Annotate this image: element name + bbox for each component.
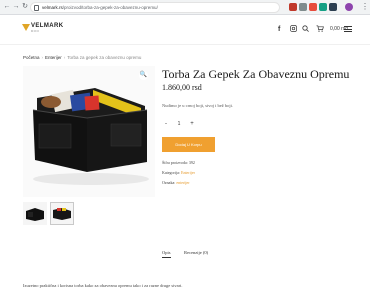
extension-icon[interactable] xyxy=(289,3,297,11)
product-thumbnail-active[interactable] xyxy=(50,202,74,225)
product-price: 1.860,00 rsd xyxy=(162,83,202,92)
add-to-cart-button[interactable]: Dodaj U Korpu xyxy=(162,137,215,152)
product-image[interactable] xyxy=(23,66,155,197)
logo-mark-icon xyxy=(22,24,30,31)
search-icon[interactable] xyxy=(302,25,309,35)
instagram-icon[interactable] xyxy=(290,25,297,35)
reload-icon[interactable]: ↻ xyxy=(21,3,29,11)
zoom-icon[interactable]: 🔍 xyxy=(139,71,148,80)
breadcrumb: Početna › Enterijer › Torba za gepek za obav… xyxy=(23,55,142,60)
quantity-stepper: - 1 + xyxy=(162,119,196,129)
breadcrumb-current: Torba za gepek za obaveznu opremu xyxy=(67,55,142,60)
quantity-input[interactable]: 1 xyxy=(174,119,184,129)
tab-description-text: Izuzetno praktična i korisna torba kako … xyxy=(23,283,183,288)
product-tag: Oznaka: enterijer xyxy=(162,180,190,185)
product-thumbnail[interactable] xyxy=(23,202,47,225)
extension-icon[interactable] xyxy=(309,3,317,11)
back-icon[interactable]: ← xyxy=(3,3,11,11)
sku-value: 392 xyxy=(188,160,195,165)
product-description: Nudimo je u crnoj boji, sivoj i bež boji… xyxy=(162,103,233,108)
breadcrumb-home[interactable]: Početna xyxy=(23,55,40,60)
tab-description[interactable]: Opis xyxy=(162,250,171,258)
quantity-decrease-button[interactable]: - xyxy=(162,119,170,129)
tag-link[interactable]: enterijer xyxy=(176,180,189,185)
tag-label: Oznaka: xyxy=(162,180,176,185)
category-link[interactable]: Enterijer xyxy=(181,170,195,175)
url-text: velmark.rs/proizvod/torba-za-gepek-za-ob… xyxy=(42,5,158,10)
lock-icon xyxy=(34,5,39,11)
menu-icon[interactable] xyxy=(344,26,352,32)
quantity-increase-button[interactable]: + xyxy=(188,119,196,129)
category-label: Kategorija: xyxy=(162,170,180,175)
facebook-icon[interactable]: f xyxy=(278,25,280,34)
product-title: Torba Za Gepek Za Obaveznu Opremu xyxy=(162,67,350,81)
extension-icon[interactable] xyxy=(319,3,327,11)
browser-menu-icon[interactable]: ⋮ xyxy=(361,2,369,12)
extension-icon[interactable] xyxy=(329,3,337,11)
product-category: Kategorija: Enterijer xyxy=(162,170,195,175)
profile-icon[interactable] xyxy=(345,3,353,11)
breadcrumb-category[interactable]: Enterijer xyxy=(45,55,62,60)
cart-icon[interactable] xyxy=(316,25,324,35)
sku-label: Šifra proizvoda: xyxy=(162,160,188,165)
tab-reviews[interactable]: Recenzije (0) xyxy=(184,250,208,255)
extension-icon[interactable] xyxy=(299,3,307,11)
forward-icon[interactable]: → xyxy=(12,3,20,11)
browser-toolbar: ← → ↻ velmark.rs/proizvod/torba-za-gepek… xyxy=(0,0,370,15)
site-header: VELMARK DOO f 0,00 rsd xyxy=(0,15,370,45)
address-bar[interactable]: velmark.rs/proizvod/torba-za-gepek-za-ob… xyxy=(30,2,280,13)
logo-subtext: DOO xyxy=(31,29,40,33)
product-sku: Šifra proizvoda: 392 xyxy=(162,160,195,165)
